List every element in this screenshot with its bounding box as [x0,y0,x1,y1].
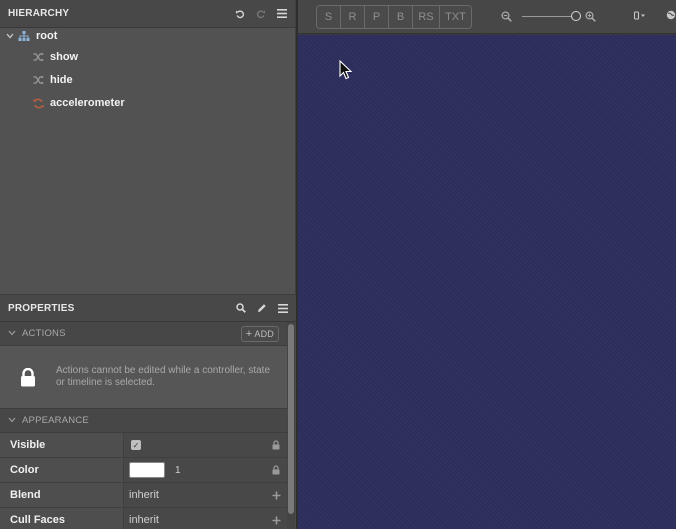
chevron-down-icon[interactable] [8,416,16,425]
actions-body: Actions cannot be edited while a control… [0,346,287,409]
search-icon[interactable] [236,303,246,313]
appearance-section-title: APPEARANCE [22,415,89,426]
add-button-label: ADD [254,328,274,339]
chevron-down-icon[interactable] [6,32,14,41]
properties-panel: PROPERTIES ACTIONS + ADD Actions cannot … [0,294,296,529]
redo-icon[interactable] [256,9,266,19]
property-row-visible: Visible ✓ [0,433,287,458]
blend-select[interactable]: inherit [124,483,265,507]
plus-icon[interactable] [265,483,287,507]
appearance-section-header[interactable]: APPEARANCE [0,409,287,433]
property-row-color: Color 1 [0,458,287,483]
zoom-control [500,11,596,23]
blend-value: inherit [129,489,159,501]
actions-locked-message: Actions cannot be edited while a control… [56,365,271,388]
menu-icon[interactable] [277,9,287,19]
cull-faces-select[interactable]: inherit [124,508,265,529]
mouse-cursor-icon [339,59,353,83]
properties-title: PROPERTIES [8,302,75,314]
actions-section-title: ACTIONS [22,328,66,339]
hierarchy-header: HIERARCHY [0,0,295,28]
zoom-slider[interactable] [522,11,581,21]
tree-item-label: show [50,51,79,63]
menu-icon[interactable] [278,303,288,313]
zoom-in-icon[interactable] [584,11,596,23]
device-dropdown-icon[interactable] [633,10,646,23]
left-panel: HIERARCHY root show hide accelerometer P… [0,0,296,529]
tree-item-accelerometer[interactable]: accelerometer [32,94,125,112]
property-name: Visible [0,433,124,457]
property-name: Blend [0,483,124,507]
property-name: Cull Faces [0,508,124,529]
visible-checkbox[interactable]: ✓ [131,440,141,450]
properties-header: PROPERTIES [0,295,296,322]
scrollbar-thumb[interactable] [288,324,294,514]
hierarchy-panel: HIERARCHY root show hide accelerometer [0,0,296,294]
actions-section-header[interactable]: ACTIONS + ADD [0,322,287,346]
rotate-button[interactable]: R [341,5,365,28]
tree-item-label: hide [50,74,73,86]
properties-scrollbar[interactable] [287,322,295,529]
tree-item-label: root [36,30,58,42]
tree-item-root[interactable]: root [6,27,57,45]
color-alpha-value[interactable]: 1 [175,465,181,476]
lock-icon[interactable] [265,458,287,482]
color-swatch[interactable] [129,462,165,478]
tree-item-label: accelerometer [50,97,125,109]
property-name: Color [0,458,124,482]
rs-button[interactable]: RS [413,5,440,28]
viewport-toolbar: S R P B RS TXT [298,0,676,34]
tree-item-show[interactable]: show [32,48,78,66]
position-button[interactable]: P [365,5,389,28]
shuffle-icon [32,74,44,86]
transform-button-group: S R P B RS TXT [316,4,472,29]
plus-icon[interactable] [265,508,287,529]
chevron-down-icon[interactable] [8,329,16,338]
hierarchy-title: HIERARCHY [8,8,70,19]
globe-icon[interactable] [666,10,676,23]
txt-button[interactable]: TXT [439,5,471,28]
plus-icon: + [245,327,253,340]
lock-icon [0,367,56,387]
scene-viewport[interactable] [298,35,676,529]
property-row-cull-faces: Cull Faces inherit [0,508,287,529]
property-row-blend: Blend inherit [0,483,287,508]
pencil-icon[interactable] [257,303,267,313]
b-button[interactable]: B [389,5,413,28]
lock-icon[interactable] [265,433,287,457]
refresh-icon [32,97,44,109]
hierarchy-icon [18,30,30,42]
shuffle-icon [32,51,44,63]
zoom-out-icon[interactable] [500,11,512,23]
cull-faces-value: inherit [129,514,159,526]
zoom-slider-knob[interactable] [571,11,581,21]
undo-icon[interactable] [235,9,245,19]
add-action-button[interactable]: + ADD [240,325,279,342]
scale-button[interactable]: S [317,5,341,28]
tree-item-hide[interactable]: hide [32,71,73,89]
